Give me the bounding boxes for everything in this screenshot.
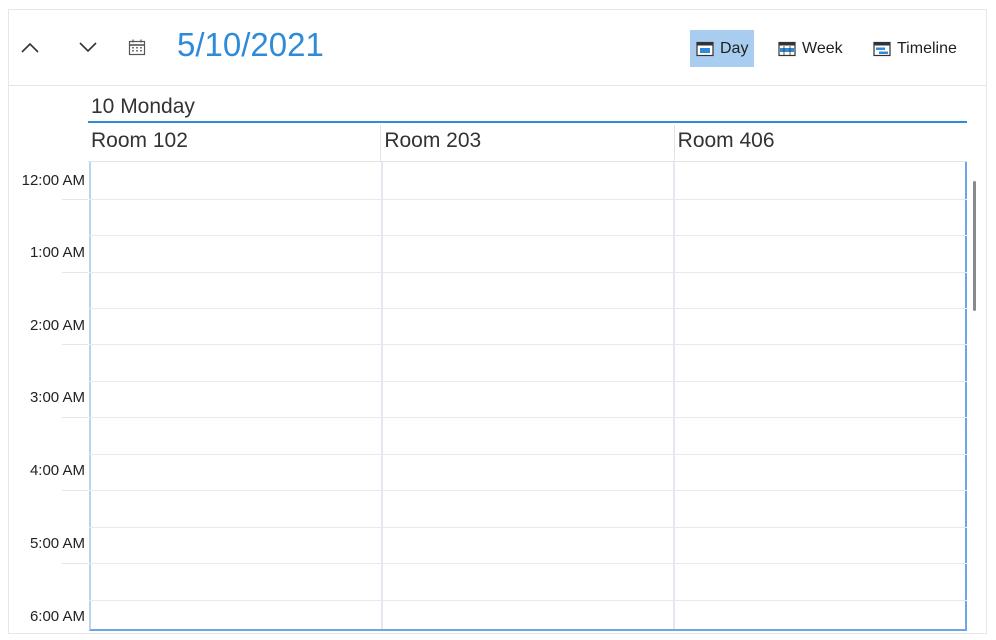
calendar-icon [128,39,146,55]
day-view-button[interactable]: Day [690,30,755,67]
week-view-button[interactable]: Week [772,30,849,67]
calendar-picker-button[interactable] [120,30,154,64]
resource-room-406[interactable]: Room 406 [673,125,967,161]
day-header[interactable]: 10 Monday [88,85,967,123]
timeline-view-label: Timeline [897,39,957,57]
time-slot-line [89,563,967,564]
room-406-column[interactable] [673,162,965,629]
day-header-label: 10 Monday [91,95,195,118]
chevron-down-icon [79,42,97,53]
time-slot-line [89,454,967,455]
scheduler-toolbar: 5/10/2021 Day Week Timeline [9,10,986,86]
half-hour-tick [62,417,88,418]
day-view-label: Day [720,39,749,57]
day-view-icon [696,41,714,56]
time-slot-line [89,527,967,528]
time-label: 4:00 AM [29,462,85,479]
half-hour-tick [62,563,88,564]
time-slot-line [89,490,967,491]
time-label: 1:00 AM [29,244,85,261]
time-slot-line [89,417,967,418]
time-slot-line [89,272,967,273]
time-slot-line [89,381,967,382]
current-date[interactable]: 5/10/2021 [177,26,324,64]
time-label: 6:00 AM [29,608,85,625]
chevron-up-icon [21,42,39,53]
week-view-icon [778,41,796,56]
resource-room-102[interactable]: Room 102 [88,125,380,161]
half-hour-tick [62,344,88,345]
resource-columns [89,162,967,631]
scrollbar-thumb[interactable] [973,181,976,311]
time-label: 12:00 AM [21,172,85,189]
time-label: 2:00 AM [29,317,85,334]
time-slot-line [89,600,967,601]
week-view-label: Week [802,39,843,57]
room-102-column[interactable] [91,162,381,629]
half-hour-tick [62,490,88,491]
resource-header: Room 102 Room 203 Room 406 [88,125,967,162]
timeline-view-icon [873,41,891,56]
time-slot-line [89,199,967,200]
half-hour-tick [62,272,88,273]
next-button[interactable] [71,30,105,64]
room-203-column[interactable] [381,162,673,629]
time-slot-line [89,308,967,309]
time-label: 3:00 AM [29,389,85,406]
timeline-view-button[interactable]: Timeline [867,30,963,67]
time-grid: 12:00 AM 1:00 AM 2:00 AM 3:00 AM 4:00 AM… [9,162,986,633]
time-slot-line [89,344,967,345]
time-label: 5:00 AM [29,535,85,552]
scheduler-header: 10 Monday Room 102 Room 203 Room 406 [9,85,986,162]
half-hour-tick [62,199,88,200]
scheduler: 5/10/2021 Day Week Timeline 10 Monday Ro… [8,9,987,634]
time-slot-line [89,235,967,236]
previous-button[interactable] [13,30,47,64]
resource-room-203[interactable]: Room 203 [380,125,673,161]
